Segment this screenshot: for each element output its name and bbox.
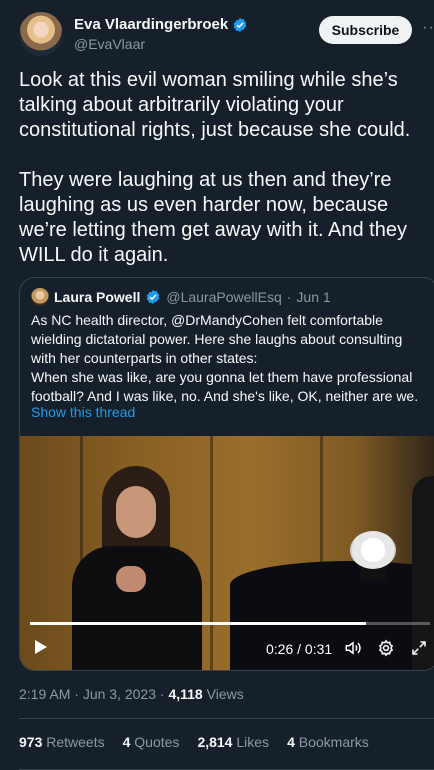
video-flowers: [350, 531, 396, 569]
meta-separator: ·: [74, 686, 79, 702]
retweets-count: 973: [19, 734, 43, 750]
likes-count: 2,814: [197, 734, 233, 750]
quoted-author-handle[interactable]: @LauraPowellEsq: [166, 289, 281, 305]
views-label: Views: [206, 686, 244, 702]
quoted-tweet-text: As NC health director, @DrMandyCohen fel…: [31, 312, 419, 404]
more-options-icon[interactable]: ··: [422, 19, 434, 37]
quoted-tweet-header: Laura Powell @LauraPowellEsq · Jun 1: [31, 288, 331, 306]
tweet-paragraph-2: They were laughing at us then and they’r…: [19, 169, 407, 266]
engagement-stats: 973 Retweets 4 Quotes 2,814 Likes 4 Book…: [19, 734, 369, 750]
show-thread-link[interactable]: Show this thread: [31, 404, 135, 420]
quoted-author-name[interactable]: Laura Powell: [54, 289, 140, 305]
wall-panel-line: [210, 436, 213, 670]
quoted-separator: ·: [286, 289, 292, 305]
tweet-date[interactable]: Jun 3, 2023: [83, 686, 156, 702]
author-avatar[interactable]: [19, 12, 63, 56]
play-icon[interactable]: [34, 639, 48, 655]
quotes-label: Quotes: [134, 734, 180, 750]
quotes-count: 4: [122, 734, 131, 750]
author-name-row: Eva Vlaardingerbroek: [74, 16, 248, 33]
settings-icon[interactable]: [377, 639, 395, 657]
video-player[interactable]: 0:26 / 0:31: [20, 436, 434, 670]
author-display-name[interactable]: Eva Vlaardingerbroek: [74, 16, 228, 33]
retweets-stat[interactable]: 973 Retweets: [19, 734, 105, 750]
verified-icon: [147, 290, 160, 304]
video-subject-face: [116, 486, 156, 538]
bookmarks-count: 4: [287, 734, 295, 750]
video-time: 0:26 / 0:31: [266, 641, 333, 657]
volume-icon[interactable]: [344, 639, 362, 657]
tweet-text: Look at this evil woman smiling while sh…: [19, 68, 419, 268]
tweet-meta: 2:19 AM · Jun 3, 2023 · 4,118 Views: [19, 686, 244, 702]
meta-separator: ·: [159, 686, 165, 702]
video-subject-hand: [116, 566, 146, 592]
subscribe-button[interactable]: Subscribe: [319, 16, 412, 44]
quoted-date[interactable]: Jun 1: [296, 289, 330, 305]
tweet-header: Eva Vlaardingerbroek @EvaVlaar Subscribe…: [19, 12, 434, 58]
divider: [19, 718, 434, 719]
quotes-stat[interactable]: 4 Quotes: [123, 734, 180, 750]
tweet-time[interactable]: 2:19 AM: [19, 686, 70, 702]
video-progress-fill: [30, 622, 366, 625]
quoted-tweet[interactable]: Laura Powell @LauraPowellEsq · Jun 1 As …: [19, 277, 434, 671]
fullscreen-icon[interactable]: [410, 639, 428, 657]
verified-icon: [233, 17, 247, 32]
bookmarks-stat[interactable]: 4 Bookmarks: [287, 734, 369, 750]
tweet-paragraph-1: Look at this evil woman smiling while sh…: [19, 69, 411, 141]
likes-stat[interactable]: 2,814 Likes: [197, 734, 269, 750]
retweets-label: Retweets: [46, 734, 105, 750]
quoted-author-avatar[interactable]: [31, 288, 49, 306]
author-handle[interactable]: @EvaVlaar: [74, 36, 145, 52]
likes-label: Likes: [236, 734, 270, 750]
video-subject-body: [72, 546, 202, 670]
views-count: 4,118: [168, 686, 203, 702]
bookmarks-label: Bookmarks: [298, 734, 369, 750]
video-progress-bar[interactable]: [30, 622, 430, 625]
